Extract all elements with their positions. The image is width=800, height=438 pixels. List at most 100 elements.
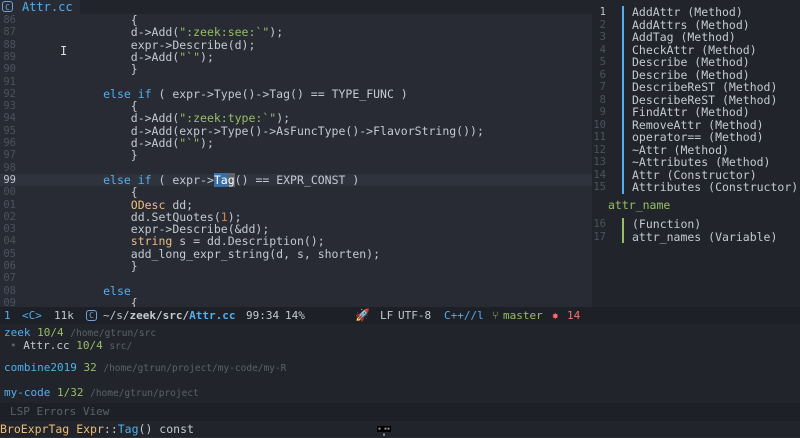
outline-line-number: 13 [593, 156, 606, 168]
line-number: 00 [3, 186, 16, 199]
project-name: zeek [4, 326, 31, 339]
lsp-errors-view[interactable]: LSP Errors View [0, 403, 800, 421]
line-number: 99 [3, 173, 16, 186]
code-token: ); [200, 136, 214, 150]
git-branch[interactable]: master [503, 307, 543, 324]
project-count: 1/32 [56, 386, 84, 399]
outline-label: Describe (Method) [632, 55, 750, 69]
outline-section-header[interactable]: attr_name [608, 198, 670, 212]
echo-namespace: Expr [76, 422, 104, 436]
outline-indent-bar [622, 93, 624, 106]
project-entry[interactable]: zeek 10/4 /home/gtrun/src [4, 326, 156, 340]
outline-label: AddTag (Method) [632, 30, 736, 44]
path-dir: zeek/src/ [129, 309, 190, 322]
line-number: 03 [3, 223, 16, 236]
outline-item[interactable]: 17 attr_names (Variable) [592, 230, 800, 243]
outline-item[interactable]: 11 operator== (Method) [592, 131, 800, 144]
outline-label: DescribeReST (Method) [632, 80, 778, 94]
code-token: g [227, 172, 235, 187]
code-token: ); [269, 25, 284, 40]
line-number: 01 [3, 198, 16, 211]
project-path: /home/gtrun/src [70, 328, 157, 339]
outline-line-number: 9 [599, 106, 606, 118]
code-token: () == EXPR_CONST ) [234, 172, 360, 187]
code-editor[interactable]: 86 {87 d->Add(":zeek:see:`"); 88 expr->De… [0, 14, 592, 307]
project-tree-panel[interactable]: zeek 10/4 /home/gtrun/src • Attr.cc 10/4 … [0, 324, 800, 403]
line-number: 98 [3, 161, 16, 174]
line-number: 88 [3, 38, 16, 51]
echo-area: BroExprTag Expr::Tag() const ▪ ▪▪ ▪ [0, 421, 800, 438]
line-number: 93 [3, 100, 16, 113]
lsp-errors-label: LSP Errors View [10, 405, 110, 418]
outline-indent-bar [622, 131, 624, 144]
project-count: 10/4 [76, 339, 103, 352]
major-mode[interactable]: C++//l [444, 307, 484, 324]
project-entry[interactable]: my-code 1/32 /home/gtrun/project [4, 386, 199, 400]
outline-item[interactable]: 16 (Function) [592, 218, 800, 231]
line-number: 96 [3, 137, 16, 149]
outline-line-number: 10 [593, 118, 606, 131]
outline-indent-bar [622, 68, 624, 81]
outline-item[interactable]: 1 AddAttr (Method) [592, 6, 800, 19]
code-token: "`" [179, 49, 201, 64]
file-name: Attr.cc [189, 309, 236, 322]
outline-line-number: 15 [593, 181, 606, 193]
line-number: 05 [3, 247, 16, 260]
outline-item[interactable]: 15 Attributes (Constructor) [592, 181, 800, 194]
code-token: } [20, 62, 138, 77]
outline-label: operator== (Method) [632, 130, 764, 144]
symbol-outline-panel[interactable]: 1 AddAttr (Method) 2 AddAttrs (Method) 3 AddT… [592, 0, 800, 307]
code-line[interactable]: 06 } [0, 260, 592, 272]
buffer-size: 11k [54, 309, 74, 322]
echo-prefix: BroExprTag [0, 422, 70, 436]
outline-item[interactable]: 9 FindAttr (Method) [592, 106, 800, 119]
code-text: } [20, 149, 138, 161]
line-number: 92 [3, 87, 16, 100]
project-entry[interactable]: combine2019 32 /home/gtrun/project/my-co… [4, 361, 286, 375]
echo-suffix: () const [138, 422, 194, 436]
tab-attr-cc[interactable]: C Attr.cc [0, 0, 80, 14]
code-line[interactable]: 90 } [0, 63, 592, 75]
line-number: 06 [3, 260, 16, 272]
code-token: } [20, 148, 138, 163]
outline-indent-bar [622, 81, 624, 94]
code-token: ( expr->Type()->Tag() == TYPE_FUNC ) [151, 86, 408, 101]
project-name: combine2019 [4, 361, 77, 374]
buffer-path[interactable]: ~/s/zeek/src/Attr.cc [103, 307, 235, 324]
echo-function: Tag [117, 422, 139, 436]
outline-line-number: 6 [599, 68, 606, 81]
buffer-percent: 14% [285, 309, 305, 322]
code-line[interactable]: 09 { [0, 297, 592, 307]
c-mode-icon: C [86, 310, 97, 321]
error-count[interactable]: 14 [567, 307, 580, 324]
outline-line-number: 1 [599, 6, 606, 18]
eol-type[interactable]: LF [380, 307, 393, 324]
line-number: 07 [3, 272, 16, 285]
line-number: 95 [3, 124, 16, 137]
code-token: ); [200, 49, 214, 64]
code-token: Ta [213, 172, 228, 187]
code-token: } [20, 259, 138, 273]
outline-indent-bar [622, 118, 624, 131]
code-token: "`" [179, 136, 201, 150]
outline-indent-bar [622, 230, 624, 243]
project-entry[interactable]: • Attr.cc 10/4 src/ [10, 339, 132, 353]
outline-indent-bar [622, 18, 624, 31]
outline-indent-bar [622, 181, 624, 194]
project-count: 32 [83, 361, 97, 374]
outline-item[interactable]: 3 AddTag (Method) [592, 31, 800, 44]
encoding[interactable]: UTF-8 [398, 307, 431, 324]
outline-item[interactable]: 5 Describe (Method) [592, 56, 800, 69]
outline-indent-bar [622, 106, 624, 119]
tab-title: Attr.cc [22, 0, 73, 14]
evil-state: <C> [22, 309, 42, 322]
line-number: 89 [3, 50, 16, 63]
outline-item[interactable]: 13 ~Attributes (Method) [592, 156, 800, 169]
line-number: 91 [3, 75, 16, 88]
code-line[interactable]: 97 } [0, 149, 592, 161]
outline-label: ~Attributes (Method) [632, 155, 771, 169]
outline-indent-bar [622, 6, 624, 19]
outline-indent-bar [622, 156, 624, 169]
outline-item[interactable]: 7 DescribeReST (Method) [592, 81, 800, 94]
line-number: 02 [3, 210, 16, 223]
